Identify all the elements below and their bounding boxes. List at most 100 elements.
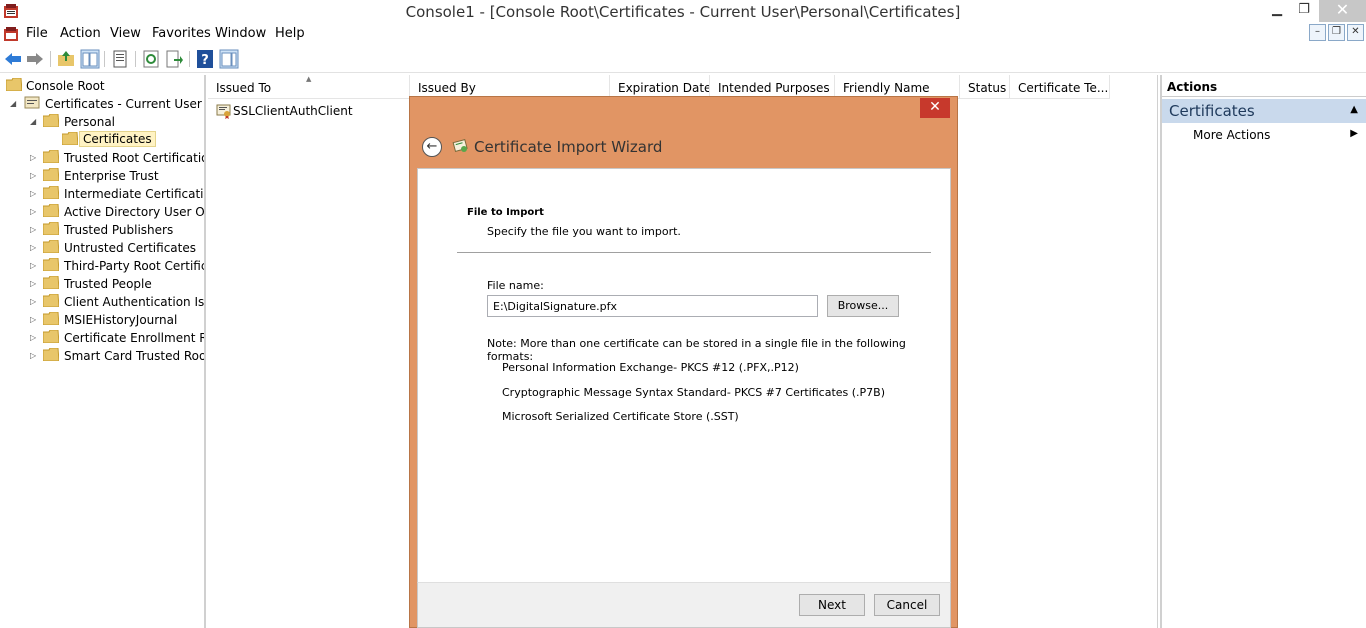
- actions-section-certificates[interactable]: Certificates ▲: [1162, 99, 1366, 123]
- expand-icon[interactable]: ▷: [30, 189, 39, 198]
- mdi-close-button[interactable]: ✕: [1347, 24, 1364, 41]
- menu-action[interactable]: Action: [60, 26, 101, 41]
- tree-label: Enterprise Trust: [64, 169, 159, 183]
- column-header-issued-to[interactable]: Issued To ▲: [208, 75, 410, 99]
- tree-label: Personal: [64, 115, 116, 129]
- console-doc-icon[interactable]: [3, 26, 19, 42]
- tree-label: MSIEHistoryJournal: [64, 313, 178, 327]
- tree-node-store[interactable]: ▷ Smart Card Trusted Roots: [4, 347, 204, 365]
- window-title: Console1 - [Console Root\Certificates - …: [405, 3, 961, 21]
- tree-label: Smart Card Trusted Roots: [64, 349, 206, 363]
- folder-icon: [43, 258, 59, 271]
- up-folder-icon[interactable]: [56, 49, 76, 69]
- dialog-close-button[interactable]: ✕: [920, 98, 950, 118]
- folder-icon: [43, 204, 59, 217]
- title-bar: Console1 - [Console Root\Certificates - …: [0, 0, 1366, 24]
- restore-button[interactable]: ❐: [1289, 0, 1319, 22]
- expand-icon[interactable]: ▷: [30, 171, 39, 180]
- folder-icon: [43, 168, 59, 181]
- help-icon[interactable]: ?: [195, 49, 215, 69]
- expand-icon[interactable]: ▷: [30, 225, 39, 234]
- tree-node-store[interactable]: ▷ Third-Party Root Certification Authorit…: [4, 257, 204, 275]
- collapse-icon[interactable]: ◢: [10, 99, 19, 108]
- tree-label: Third-Party Root Certification Authoriti…: [64, 259, 204, 273]
- expand-icon[interactable]: ▷: [30, 243, 39, 252]
- format-sst: Microsoft Serialized Certificate Store (…: [502, 410, 739, 423]
- format-pfx: Personal Information Exchange- PKCS #12 …: [502, 361, 799, 374]
- expand-icon[interactable]: ▷: [30, 315, 39, 324]
- tree-node-store[interactable]: ▷ Enterprise Trust: [4, 167, 204, 185]
- tree-node-store[interactable]: ▷ Client Authentication Issuers: [4, 293, 204, 311]
- tree-label: Certificates - Current User: [45, 97, 202, 111]
- collapse-icon[interactable]: ◢: [30, 117, 39, 126]
- folder-icon: [62, 132, 78, 145]
- wizard-title: Certificate Import Wizard: [474, 138, 663, 156]
- forward-arrow-icon[interactable]: [25, 49, 45, 69]
- folder-icon: [43, 294, 59, 307]
- browse-button[interactable]: Browse...: [827, 295, 899, 317]
- certificate-icon: [216, 104, 231, 119]
- menu-window[interactable]: Window: [215, 26, 266, 41]
- menu-file[interactable]: File: [26, 26, 48, 41]
- tree-label: Console Root: [26, 79, 105, 93]
- tree-label: Trusted Root Certification Authorities: [64, 151, 204, 165]
- tree-node-store[interactable]: ▷ Trusted People: [4, 275, 204, 293]
- mdi-minimize-button[interactable]: –: [1309, 24, 1326, 41]
- properties-icon[interactable]: [110, 49, 130, 69]
- mdi-restore-button[interactable]: ❐: [1328, 24, 1345, 41]
- issued-to-cell: SSLClientAuthClient: [233, 104, 353, 118]
- tree-node-store[interactable]: ▷ Active Directory User Object: [4, 203, 204, 221]
- format-p7b: Cryptographic Message Syntax Standard- P…: [502, 386, 886, 399]
- tree-node-certificates[interactable]: Certificates: [4, 131, 204, 149]
- tree-node-store[interactable]: ▷ Trusted Publishers: [4, 221, 204, 239]
- menu-favorites[interactable]: Favorites: [152, 26, 211, 41]
- expand-icon[interactable]: ▷: [30, 333, 39, 342]
- toolbar: ?: [0, 45, 1366, 73]
- actions-header: Actions: [1162, 75, 1366, 97]
- close-button[interactable]: ✕: [1319, 0, 1366, 22]
- collapse-up-icon[interactable]: ▲: [1350, 104, 1358, 115]
- expand-icon[interactable]: ▷: [30, 297, 39, 306]
- svg-text:?: ?: [201, 53, 209, 68]
- tree-label: Certificate Enrollment Requests: [64, 331, 204, 345]
- back-arrow-icon[interactable]: [3, 49, 23, 69]
- expand-icon[interactable]: ▷: [30, 153, 39, 162]
- cancel-button[interactable]: Cancel: [874, 594, 940, 616]
- menu-help[interactable]: Help: [275, 26, 305, 41]
- tree-node-certificates-current-user[interactable]: ◢ Certificates - Current User: [4, 95, 204, 113]
- folder-icon: [43, 276, 59, 289]
- file-name-label: File name:: [487, 279, 544, 292]
- tree-node-store[interactable]: ▷ Trusted Root Certification Authorities: [4, 149, 204, 167]
- table-row[interactable]: SSLClientAuthClient: [214, 103, 404, 121]
- next-button[interactable]: Next: [799, 594, 865, 616]
- section-subtitle: Specify the file you want to import.: [487, 225, 681, 238]
- tree-node-store[interactable]: ▷ Certificate Enrollment Requests: [4, 329, 204, 347]
- more-actions-item[interactable]: More Actions: [1193, 128, 1270, 142]
- folder-icon: [6, 78, 22, 91]
- tree-label: Client Authentication Issuers: [64, 295, 205, 309]
- expand-icon[interactable]: ▷: [30, 279, 39, 288]
- tree-label: Intermediate Certification Authorities: [64, 187, 204, 201]
- file-name-input[interactable]: [487, 295, 818, 317]
- expand-icon[interactable]: ▷: [30, 207, 39, 216]
- expand-icon[interactable]: ▷: [30, 261, 39, 270]
- tree-node-store[interactable]: ▷ Intermediate Certification Authorities: [4, 185, 204, 203]
- folder-icon: [43, 150, 59, 163]
- tree-node-store[interactable]: ▷ MSIEHistoryJournal: [4, 311, 204, 329]
- menu-view[interactable]: View: [110, 26, 141, 41]
- back-button[interactable]: ←: [422, 137, 442, 157]
- export-list-icon[interactable]: [164, 49, 184, 69]
- refresh-icon[interactable]: [141, 49, 161, 69]
- tree-label: Untrusted Certificates: [64, 241, 196, 255]
- show-hide-tree-icon[interactable]: [80, 49, 100, 69]
- column-header-status[interactable]: Status: [960, 75, 1010, 99]
- back-arrow-icon: ←: [426, 139, 438, 154]
- column-header-certificate-template[interactable]: Certificate Te...: [1010, 75, 1110, 99]
- minimize-button[interactable]: ▁: [1262, 0, 1292, 22]
- tree-node-store[interactable]: ▷ Untrusted Certificates: [4, 239, 204, 257]
- tree-node-personal[interactable]: ◢ Personal: [4, 113, 204, 131]
- show-action-pane-icon[interactable]: [219, 49, 239, 69]
- submenu-arrow-icon: ▶: [1350, 128, 1358, 139]
- tree-node-console-root[interactable]: Console Root: [4, 77, 204, 95]
- expand-icon[interactable]: ▷: [30, 351, 39, 360]
